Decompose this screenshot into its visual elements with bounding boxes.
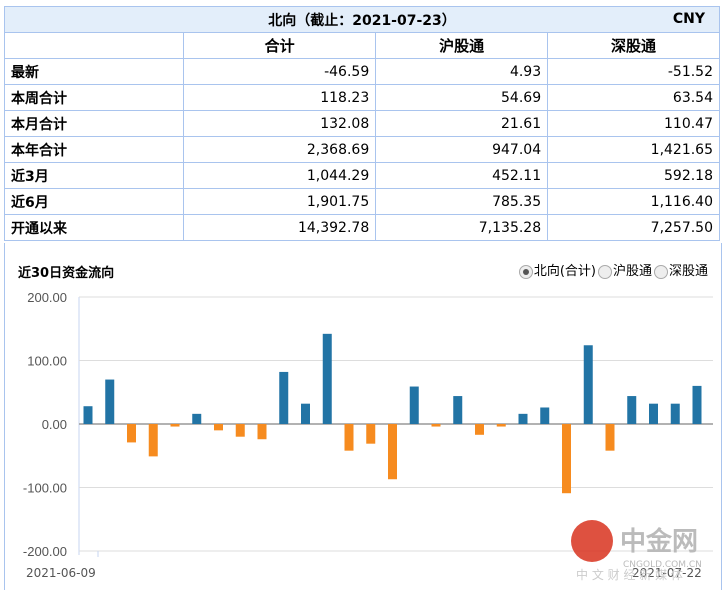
bar[interactable] bbox=[496, 424, 506, 427]
bar-chart: 200.00 100.00 0.00 -100.00 -200.00 2021-06-09… bbox=[23, 290, 713, 582]
bar[interactable] bbox=[127, 424, 136, 443]
bar[interactable] bbox=[453, 396, 463, 424]
bar[interactable] bbox=[301, 403, 310, 424]
bar[interactable] bbox=[257, 424, 267, 440]
bar[interactable] bbox=[562, 424, 571, 494]
bar[interactable] bbox=[235, 424, 245, 437]
bar[interactable] bbox=[279, 371, 289, 424]
y-tick-label: 100.00 bbox=[27, 354, 67, 369]
bar[interactable] bbox=[170, 424, 180, 427]
bar[interactable] bbox=[83, 406, 93, 424]
bar[interactable] bbox=[322, 333, 332, 424]
bar[interactable] bbox=[583, 345, 593, 424]
y-tick-label: 0.00 bbox=[42, 417, 67, 432]
x-tick-label: 2021-06-09 bbox=[26, 566, 96, 580]
bar[interactable] bbox=[627, 396, 637, 424]
y-tick-label: -200.00 bbox=[23, 544, 67, 559]
bar[interactable] bbox=[105, 379, 115, 424]
watermark-name: 中金网 bbox=[620, 526, 698, 557]
bar[interactable] bbox=[540, 407, 550, 424]
y-tick-label: 200.00 bbox=[27, 290, 67, 305]
bar[interactable] bbox=[148, 424, 158, 457]
y-tick-label: -100.00 bbox=[23, 481, 67, 496]
bar[interactable] bbox=[649, 403, 658, 424]
watermark-slogan: 中 文 财 经 新 媒 体 bbox=[576, 567, 683, 582]
bar[interactable] bbox=[214, 424, 223, 431]
bar[interactable] bbox=[605, 424, 615, 451]
bar[interactable] bbox=[518, 413, 528, 424]
bar[interactable] bbox=[344, 424, 354, 451]
bar[interactable] bbox=[692, 385, 702, 424]
bar[interactable] bbox=[670, 403, 680, 424]
bar[interactable] bbox=[366, 424, 376, 444]
bar[interactable] bbox=[192, 413, 202, 424]
bar[interactable] bbox=[409, 386, 419, 424]
bar[interactable] bbox=[431, 424, 441, 427]
bar[interactable] bbox=[388, 424, 397, 480]
bar[interactable] bbox=[475, 424, 484, 435]
watermark-logo-icon bbox=[571, 520, 613, 562]
